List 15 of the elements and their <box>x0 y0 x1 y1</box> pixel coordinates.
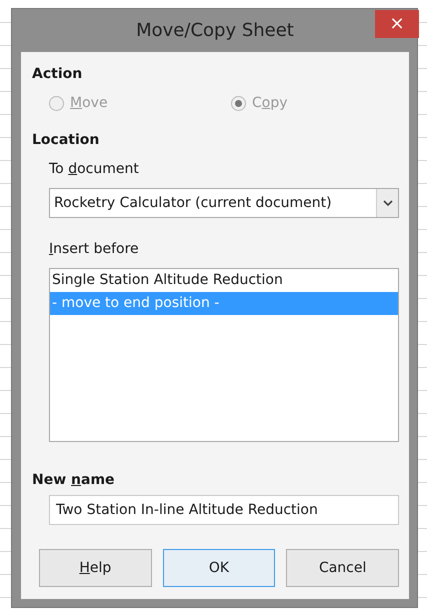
section-heading: Location <box>32 131 100 150</box>
list-item[interactable]: Single Station Altitude Reduction <box>50 269 398 292</box>
dialog-button[interactable]: Cancel <box>286 549 400 587</box>
field-label: Insert before <box>49 240 140 259</box>
field-label: New name <box>32 471 116 490</box>
chevron-down-icon <box>382 200 392 206</box>
dialog-button[interactable]: Help <box>39 549 152 587</box>
close-button[interactable]: × <box>375 10 419 38</box>
field-label: To document <box>49 160 140 179</box>
dialog-button[interactable]: OK <box>162 549 276 587</box>
window-title: Move/Copy Sheet <box>136 19 294 43</box>
section-heading: Action <box>32 65 84 84</box>
dropdown-value: Rocketry Calculator (current document) <box>54 194 332 212</box>
name-input[interactable]: Two Station In-line Altitude Reduction <box>49 495 399 525</box>
document-dropdown[interactable]: Rocketry Calculator (current document) <box>49 188 399 218</box>
